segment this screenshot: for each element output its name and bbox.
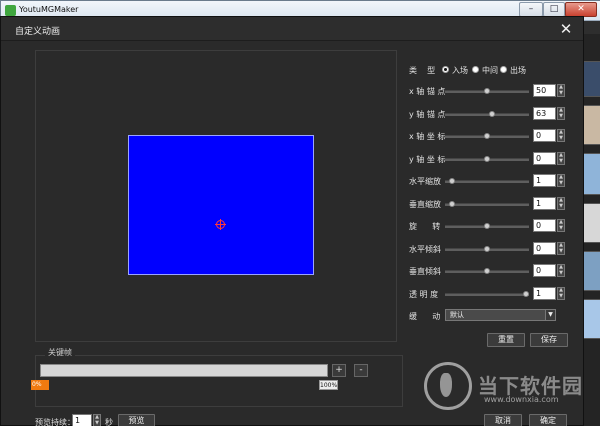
easing-select-value: 默认 xyxy=(450,311,464,319)
spin-down-icon[interactable]: ▼ xyxy=(558,91,564,96)
property-value-input[interactable]: 0 xyxy=(533,242,556,255)
property-slider-knob[interactable] xyxy=(484,268,490,274)
property-label: 透 明 度 xyxy=(409,290,439,299)
spin-down-icon[interactable]: ▼ xyxy=(94,421,100,426)
maximize-button[interactable]: □ xyxy=(543,2,565,17)
type-radio-in[interactable] xyxy=(442,66,449,73)
property-label: 旋 转 xyxy=(409,222,441,231)
host-app-title: YoutuMGMaker xyxy=(19,5,79,14)
keyframe-timeline[interactable] xyxy=(40,364,328,377)
property-slider-knob[interactable] xyxy=(484,246,490,252)
stage-area xyxy=(35,50,397,342)
spin-down-icon[interactable]: ▼ xyxy=(558,181,564,186)
property-value-input[interactable]: 1 xyxy=(533,174,556,187)
dialog-title-bar: 自定义动画 ✕ xyxy=(1,17,583,41)
spin-down-icon[interactable]: ▼ xyxy=(558,249,564,254)
reset-button[interactable]: 重置 xyxy=(487,333,525,347)
property-value-input[interactable]: 1 xyxy=(533,287,556,300)
type-radio-middle-label[interactable]: 中间 xyxy=(482,65,498,76)
property-value-spinner[interactable]: ▲ ▼ xyxy=(557,242,565,255)
type-radio-out[interactable] xyxy=(500,66,507,73)
property-slider-knob[interactable] xyxy=(484,156,490,162)
property-value-input[interactable]: 50 xyxy=(533,84,556,97)
keyframe-marker-start[interactable]: 0% xyxy=(31,380,49,390)
easing-label: 缓 动 xyxy=(409,312,441,321)
dialog-title: 自定义动画 xyxy=(15,27,61,37)
property-value-spinner[interactable]: ▲ ▼ xyxy=(557,219,565,232)
keyframe-marker-end[interactable]: 100% xyxy=(319,380,338,390)
spin-down-icon[interactable]: ▼ xyxy=(558,226,564,231)
watermark: 当下软件园 www.downxia.com xyxy=(424,362,592,418)
property-label: x 轴 坐 标 xyxy=(409,132,446,141)
animation-canvas[interactable] xyxy=(128,135,314,275)
easing-select[interactable]: 默认 ▼ xyxy=(445,309,556,321)
anchor-point-icon[interactable] xyxy=(215,219,226,230)
spin-down-icon[interactable]: ▼ xyxy=(558,204,564,209)
property-value-spinner[interactable]: ▲ ▼ xyxy=(557,174,565,187)
property-slider-knob[interactable] xyxy=(523,291,529,297)
property-slider-knob[interactable] xyxy=(484,223,490,229)
app-icon xyxy=(5,5,16,16)
minimize-button[interactable]: – xyxy=(519,2,543,17)
type-radio-middle[interactable] xyxy=(472,66,479,73)
property-slider-track[interactable] xyxy=(445,113,529,116)
property-label: 垂直倾斜 xyxy=(409,267,441,276)
property-label: x 轴 锚 点 xyxy=(409,87,446,96)
property-value-spinner[interactable]: ▲ ▼ xyxy=(557,84,565,97)
host-close-button[interactable]: ✕ xyxy=(565,2,597,17)
property-value-spinner[interactable]: ▲ ▼ xyxy=(557,264,565,277)
property-label: y 轴 锚 点 xyxy=(409,110,446,119)
property-slider-knob[interactable] xyxy=(484,88,490,94)
property-value-spinner[interactable]: ▲ ▼ xyxy=(557,107,565,120)
property-slider-track[interactable] xyxy=(445,203,529,206)
keyframe-group-label: 关键帧 xyxy=(45,347,75,358)
property-value-spinner[interactable]: ▲ ▼ xyxy=(557,287,565,300)
property-slider-knob[interactable] xyxy=(449,201,455,207)
spin-down-icon[interactable]: ▼ xyxy=(558,271,564,276)
property-label: 水平倾斜 xyxy=(409,245,441,254)
property-slider-track[interactable] xyxy=(445,293,529,296)
watermark-logo-icon xyxy=(424,362,472,410)
add-keyframe-button[interactable]: + xyxy=(332,364,346,377)
preview-duration-spinner[interactable]: ▲ ▼ xyxy=(93,414,101,426)
property-value-input[interactable]: 1 xyxy=(533,197,556,210)
property-slider-track[interactable] xyxy=(445,180,529,183)
property-value-input[interactable]: 0 xyxy=(533,129,556,142)
type-label: 类 型 xyxy=(409,66,436,75)
property-label: 垂直缩放 xyxy=(409,200,441,209)
dialog-close-button[interactable]: ✕ xyxy=(558,21,574,37)
spin-down-icon[interactable]: ▼ xyxy=(558,114,564,119)
property-slider-knob[interactable] xyxy=(489,111,495,117)
chevron-down-icon[interactable]: ▼ xyxy=(545,310,555,320)
property-value-input[interactable]: 0 xyxy=(533,264,556,277)
spin-down-icon[interactable]: ▼ xyxy=(558,159,564,164)
property-value-input[interactable]: 63 xyxy=(533,107,556,120)
keyframe-group xyxy=(35,355,403,407)
preview-duration-label: 预览持续： xyxy=(35,418,75,426)
property-label: y 轴 坐 标 xyxy=(409,155,446,164)
property-value-input[interactable]: 0 xyxy=(533,219,556,232)
property-slider-knob[interactable] xyxy=(449,178,455,184)
property-value-spinner[interactable]: ▲ ▼ xyxy=(557,129,565,142)
property-value-input[interactable]: 0 xyxy=(533,152,556,165)
spin-down-icon[interactable]: ▼ xyxy=(558,294,564,299)
preview-duration-unit: 秒 xyxy=(105,418,113,426)
type-radio-in-label[interactable]: 入场 xyxy=(452,65,468,76)
preview-duration-input[interactable]: 1 xyxy=(72,414,92,426)
spin-down-icon[interactable]: ▼ xyxy=(558,136,564,141)
property-slider-knob[interactable] xyxy=(484,133,490,139)
property-value-spinner[interactable]: ▲ ▼ xyxy=(557,152,565,165)
save-button[interactable]: 保存 xyxy=(530,333,568,347)
watermark-url: www.downxia.com xyxy=(484,395,559,404)
type-radio-out-label[interactable]: 出场 xyxy=(510,65,526,76)
remove-keyframe-button[interactable]: - xyxy=(354,364,368,377)
preview-button[interactable]: 预览 xyxy=(118,414,155,426)
property-value-spinner[interactable]: ▲ ▼ xyxy=(557,197,565,210)
property-label: 水平缩放 xyxy=(409,177,441,186)
